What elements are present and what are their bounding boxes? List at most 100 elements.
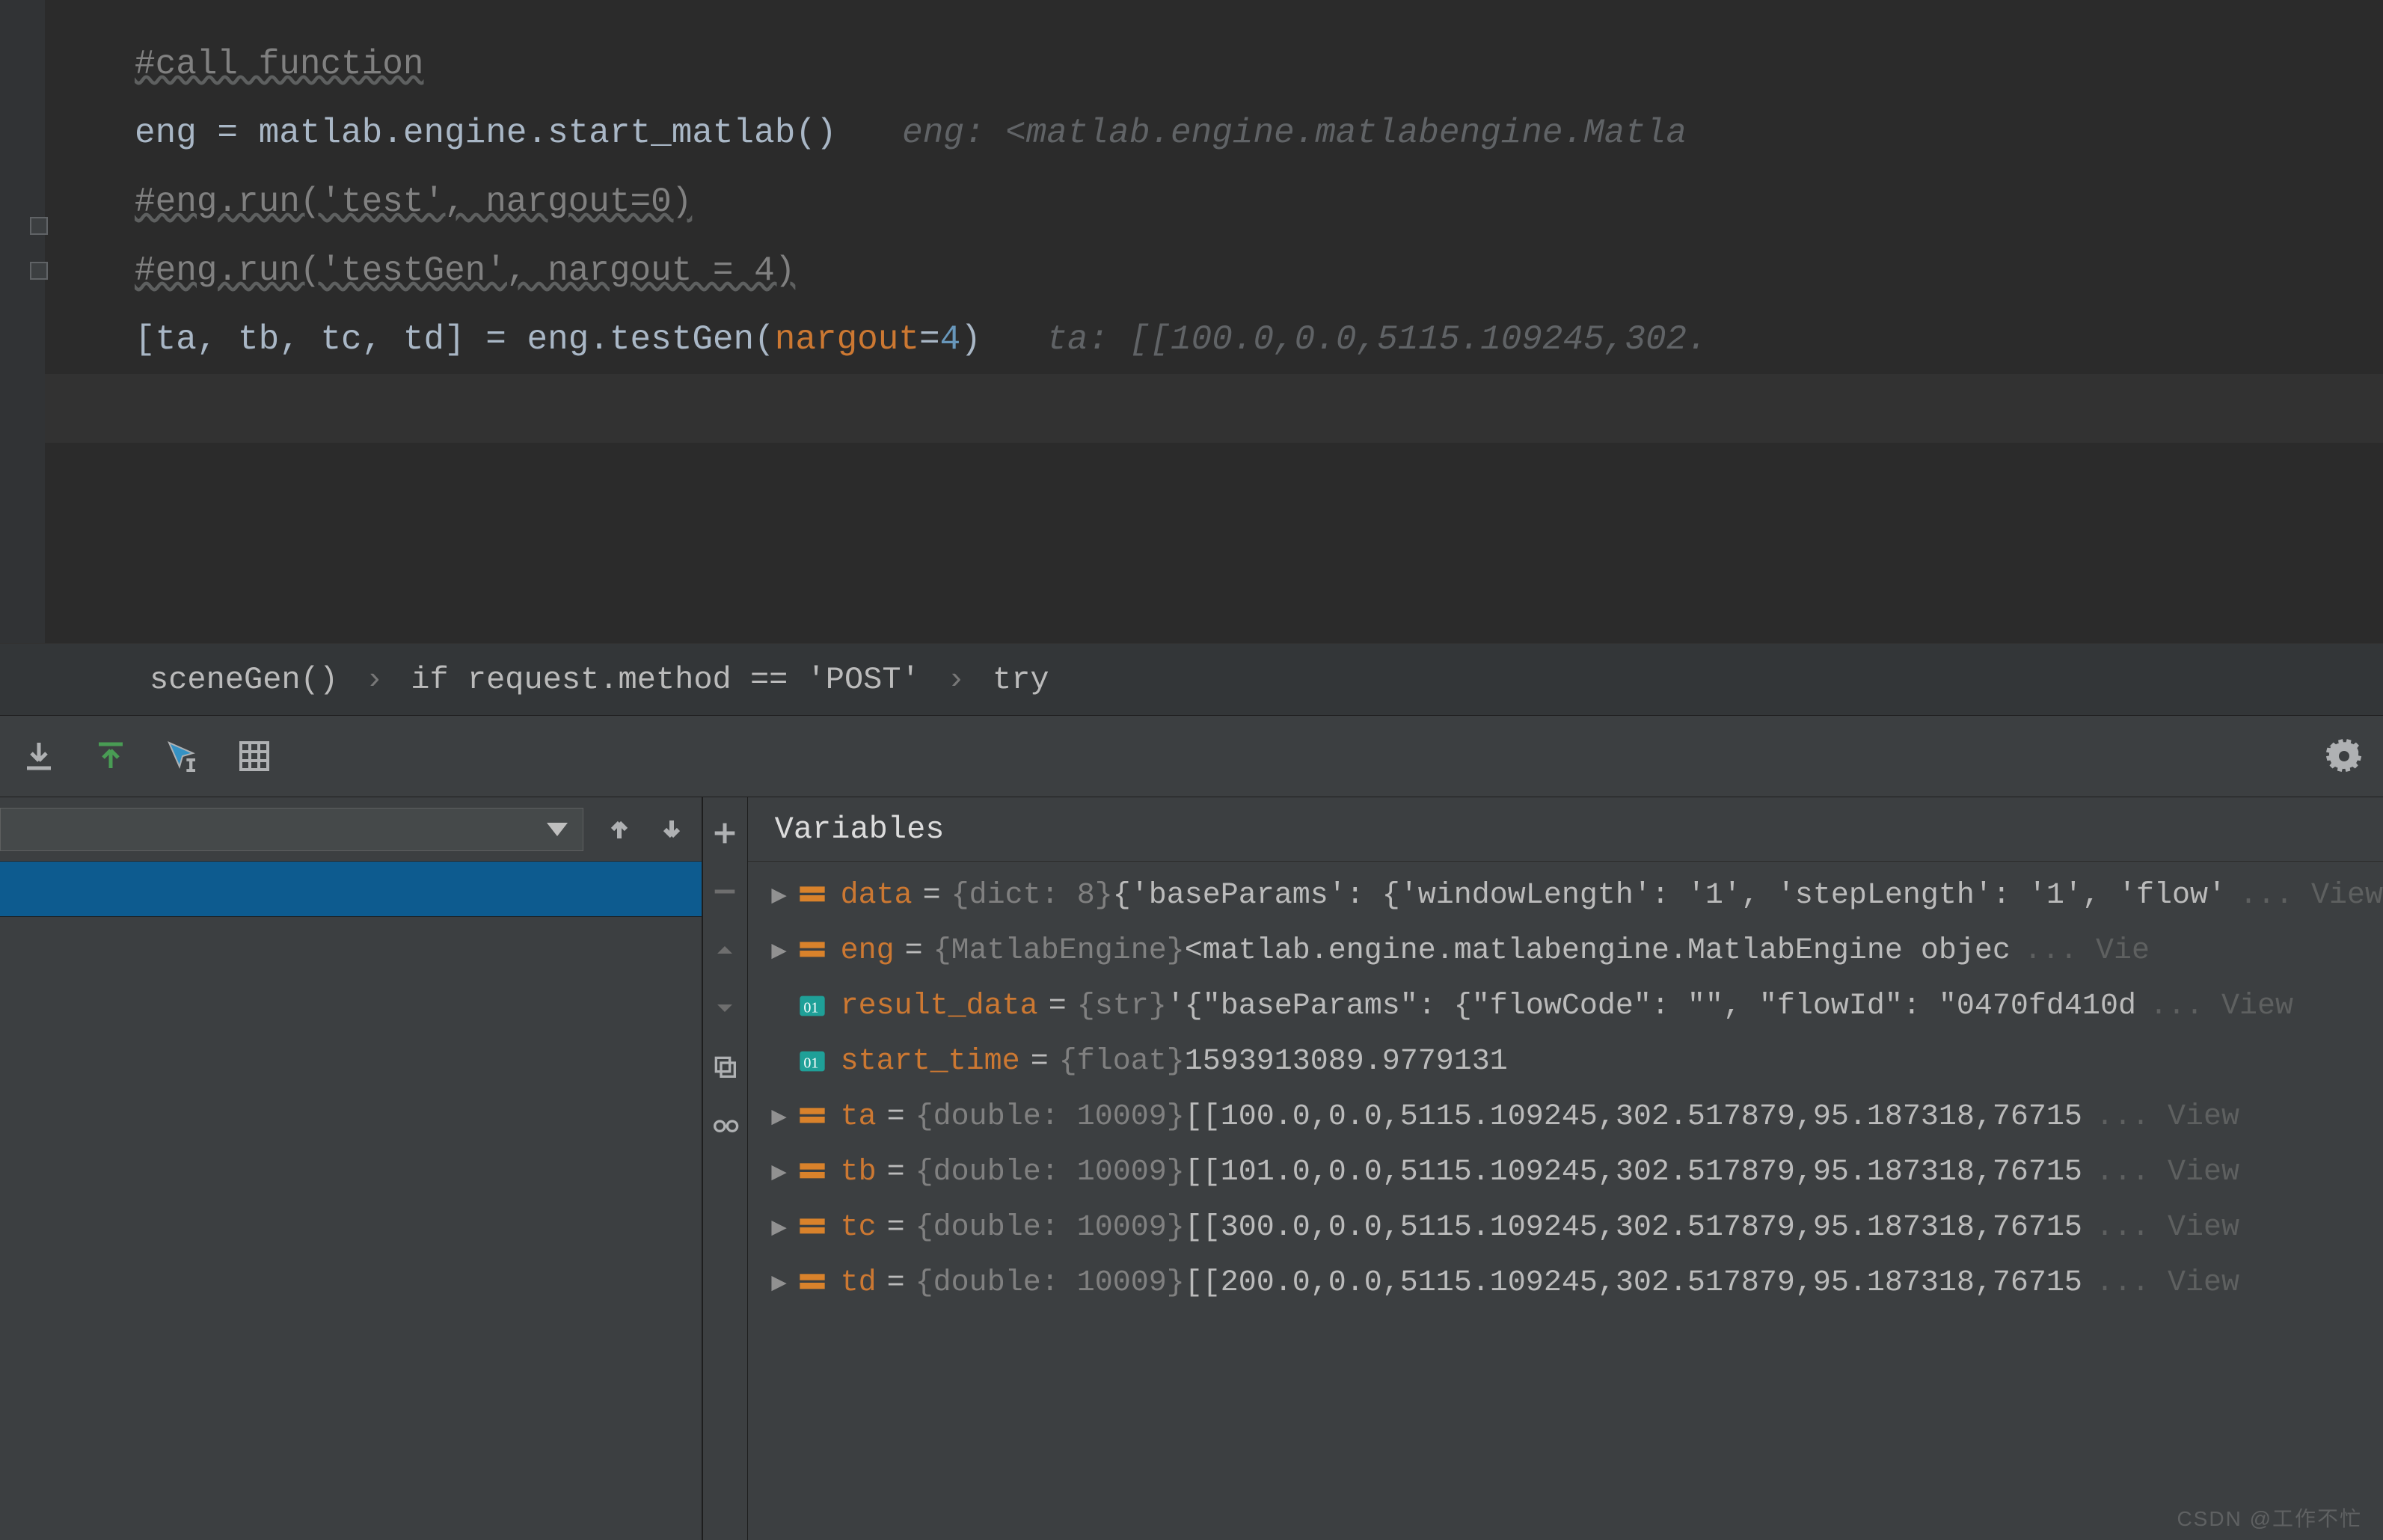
variable-value: [[300.0,0.0,5115.109245,302.517879,95.18…: [1185, 1211, 2082, 1245]
chevron-down-icon: [547, 823, 568, 836]
variable-type-icon: [797, 1157, 827, 1187]
variable-row[interactable]: start_time={float} 1593913089.9779131: [748, 1034, 2383, 1089]
variable-row[interactable]: result_data={str} '{"baseParams": {"flow…: [748, 978, 2383, 1034]
equals-sign: =: [887, 1211, 905, 1245]
view-link[interactable]: ... Vie: [2024, 934, 2150, 968]
editor-gutter: [0, 0, 45, 643]
next-frame-button[interactable]: [655, 813, 688, 846]
gear-icon[interactable]: [2326, 738, 2362, 774]
variable-type-icon: [797, 991, 827, 1021]
variable-name: result_data: [841, 990, 1038, 1023]
breadcrumb-item[interactable]: if request.method == 'POST': [411, 662, 920, 698]
move-down-icon[interactable]: [707, 990, 743, 1026]
variable-type: {double: 10009}: [916, 1156, 1185, 1189]
expand-arrow-icon[interactable]: ▶: [766, 880, 793, 911]
variable-value: [[200.0,0.0,5115.109245,302.517879,95.18…: [1185, 1266, 2082, 1300]
expand-arrow-icon[interactable]: ▶: [766, 1212, 793, 1243]
variable-name: td: [841, 1266, 877, 1300]
fold-handle-icon[interactable]: [30, 217, 48, 235]
variable-row[interactable]: ▶ tc = {double: 10009} [[300.0,0.0,5115.109…: [748, 1200, 2383, 1255]
variable-type-icon: [797, 1268, 827, 1298]
variable-type: {str}: [1077, 990, 1167, 1023]
inline-hint: eng: <matlab.engine.matlabengine.Matla: [902, 114, 1687, 153]
glasses-icon[interactable]: [707, 1107, 743, 1143]
cursor-arrow-icon[interactable]: I: [165, 738, 200, 774]
variable-row[interactable]: ▶data={dict: 8} {'baseParams': {'windowL…: [748, 868, 2383, 923]
variable-type-icon: [797, 936, 827, 966]
variable-row[interactable]: ▶ eng = {MatlabEngine} <matlab.engine.matla…: [748, 923, 2383, 978]
equals-sign: =: [923, 879, 941, 912]
view-link[interactable]: ... View: [2096, 1156, 2239, 1189]
variable-value: [[101.0,0.0,5115.109245,302.517879,95.18…: [1185, 1156, 2082, 1189]
view-link[interactable]: ... View: [2150, 990, 2293, 1023]
caret: [135, 389, 156, 428]
expand-arrow-icon[interactable]: ▶: [766, 1267, 793, 1298]
code-text: eng = matlab.engine.start_matlab(): [135, 114, 837, 153]
code-text: ): [960, 320, 981, 359]
variable-name: ta: [841, 1100, 877, 1134]
variable-type: {double: 10009}: [916, 1100, 1185, 1134]
selected-frame[interactable]: [0, 862, 702, 917]
variable-type-icon: [797, 880, 827, 910]
variable-type-icon: [797, 1046, 827, 1076]
view-link[interactable]: ... View: [2096, 1211, 2239, 1245]
table-icon[interactable]: [236, 738, 272, 774]
equals-sign: =: [887, 1156, 905, 1189]
variable-name: start_time: [841, 1045, 1020, 1079]
watermark: CSDN @工作不忙: [2177, 1503, 2362, 1533]
code-text: =: [919, 320, 940, 359]
expand-arrow-icon[interactable]: ▶: [766, 1156, 793, 1188]
variables-list[interactable]: ▶data={dict: 8} {'baseParams': {'windowL…: [748, 862, 2383, 1540]
variable-row[interactable]: ▶ ta = {double: 10009} [[100.0,0.0,5115.109…: [748, 1089, 2383, 1144]
equals-sign: =: [887, 1266, 905, 1300]
remove-watch-button[interactable]: [707, 874, 743, 909]
move-up-icon[interactable]: [707, 932, 743, 968]
expand-arrow-icon[interactable]: ▶: [766, 935, 793, 966]
variable-value: [[100.0,0.0,5115.109245,302.517879,95.18…: [1185, 1100, 2082, 1134]
fold-handle-icon[interactable]: [30, 262, 48, 280]
debug-toolbar: I: [0, 715, 2383, 797]
code-editor[interactable]: #call function eng = matlab.engine.start…: [0, 0, 2383, 643]
expand-arrow-icon[interactable]: ▶: [766, 1101, 793, 1132]
equals-sign: =: [1031, 1045, 1049, 1079]
variable-type: {dict: 8}: [951, 879, 1113, 912]
variable-name: eng: [841, 934, 895, 968]
chevron-right-icon: ›: [365, 662, 384, 698]
variable-value: <matlab.engine.matlabengine.MatlabEngine…: [1185, 934, 2011, 968]
download-icon[interactable]: [21, 738, 57, 774]
variable-row[interactable]: ▶ td = {double: 10009} [[200.0,0.0,5115.109…: [748, 1255, 2383, 1310]
inline-hint: ta: [[100.0,0.0,5115.109245,302.: [1046, 320, 1707, 359]
thread-selector[interactable]: [0, 808, 583, 851]
variable-name: tb: [841, 1156, 877, 1189]
variable-type: {double: 10009}: [916, 1266, 1185, 1300]
chevron-right-icon: ›: [947, 662, 966, 698]
variables-title: Variables: [748, 797, 2383, 862]
breadcrumb-item[interactable]: sceneGen(): [150, 662, 338, 698]
previous-frame-button[interactable]: [603, 813, 636, 846]
variables-panel: Variables ▶data={dict: 8} {'baseParams':…: [748, 797, 2383, 1540]
view-link[interactable]: ... View: [2096, 1100, 2239, 1134]
variable-row[interactable]: ▶ tb = {double: 10009} [[101.0,0.0,5115.109…: [748, 1144, 2383, 1200]
view-link[interactable]: ... View: [2096, 1266, 2239, 1300]
equals-sign: =: [887, 1100, 905, 1134]
variable-type: {float}: [1059, 1045, 1185, 1079]
variable-type: {double: 10009}: [916, 1211, 1185, 1245]
variable-type: {MatlabEngine}: [933, 934, 1185, 968]
code-comment: #eng.run('test', nargout=0): [135, 182, 692, 221]
code-comment: #eng.run('testGen', nargout = 4): [135, 251, 795, 290]
variable-type-icon: [797, 1212, 827, 1242]
duplicate-icon[interactable]: [707, 1049, 743, 1085]
frames-list[interactable]: [0, 917, 702, 1540]
variables-side-toolbar: [703, 797, 748, 1540]
breadcrumb-item[interactable]: try: [993, 662, 1049, 698]
add-watch-button[interactable]: [707, 815, 743, 851]
view-link[interactable]: ... View: [2239, 879, 2383, 912]
equals-sign: =: [905, 934, 923, 968]
variable-value: {'baseParams': {'windowLength': '1', 'st…: [1113, 879, 2226, 912]
variable-name: tc: [841, 1211, 877, 1245]
variable-value: '{"baseParams": {"flowCode": "", "flowId…: [1167, 990, 2136, 1023]
code-text: [ta, tb, tc, td] = eng.testGen(: [135, 320, 775, 359]
breadcrumb: sceneGen() › if request.method == 'POST'…: [0, 643, 2383, 715]
frames-panel: [0, 797, 703, 1540]
upload-icon[interactable]: [93, 738, 129, 774]
